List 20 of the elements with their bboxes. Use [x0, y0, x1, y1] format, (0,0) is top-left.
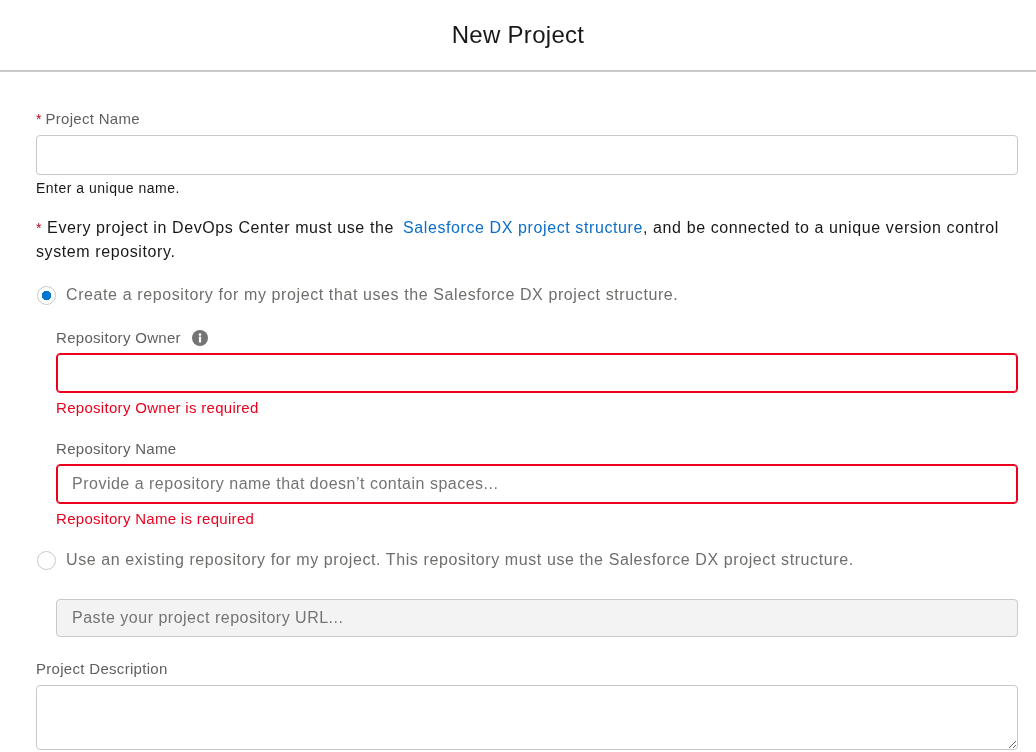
info-icon[interactable] — [191, 330, 208, 346]
field-label: Project Name — [45, 109, 140, 129]
input-field[interactable] — [56, 353, 1018, 393]
error-text: Repository Owner is required — [56, 398, 260, 418]
radio-label: Use an existing repository for my project. This repository must use the Salesforce DX project structure. — [66, 550, 854, 570]
field-label: Repository Name — [56, 439, 177, 459]
input-field[interactable]: Provide a repository name that doesn’t contain spaces... — [56, 464, 1018, 504]
radio-button[interactable] — [37, 285, 56, 305]
error-text: Repository Name is required — [56, 509, 256, 529]
input-field[interactable] — [36, 135, 1018, 175]
radio-label: Create a repository for my project that uses the Salesforce DX project structure. — [66, 285, 679, 305]
required-asterisk: * — [36, 110, 42, 129]
help-text: Enter a unique name. — [36, 179, 181, 197]
input-field: Paste your project repository URL... — [56, 599, 1018, 637]
radio-button[interactable] — [37, 550, 56, 570]
modal-title: New Project — [451, 20, 585, 50]
field-label: Repository Owner — [56, 328, 181, 348]
field-label: Project Description — [36, 659, 168, 679]
notice-text: * Every project in DevOps Center must use the Salesforce DX project structure, and be connected to a unique version control system repository. — [36, 218, 1000, 262]
text-link[interactable]: Salesforce DX project structure — [403, 219, 643, 236]
